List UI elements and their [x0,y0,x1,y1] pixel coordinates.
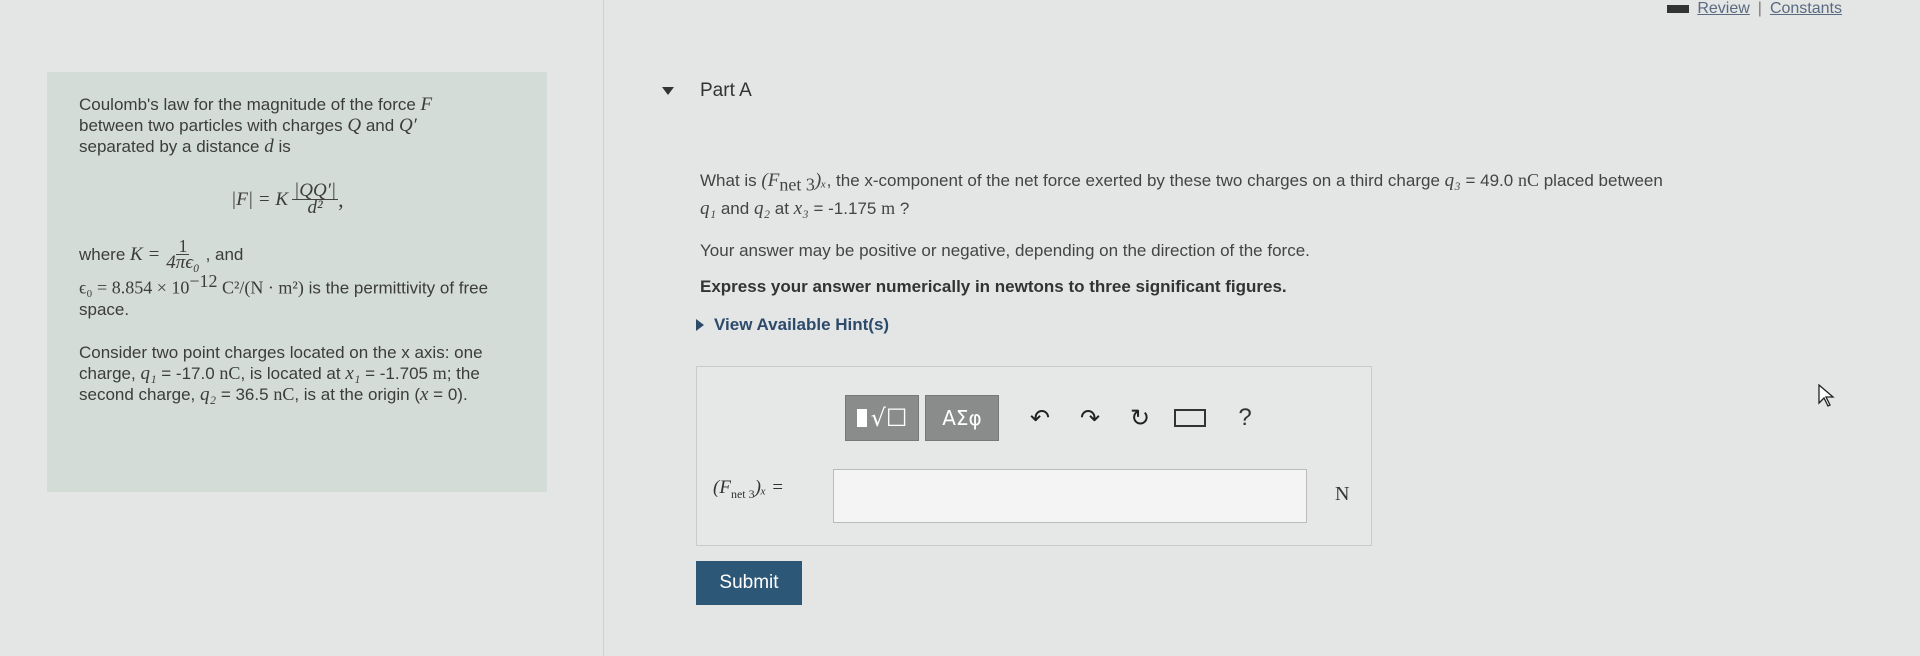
submit-button[interactable]: Submit [696,561,802,605]
question-text: What is (Fnet 3)ₓ, the x-component of th… [700,170,1663,220]
collapse-icon[interactable] [662,87,674,95]
book-icon [1667,5,1690,13]
view-hints-link[interactable]: View Available Hint(s) [696,313,1880,337]
help-icon[interactable]: ? [1215,404,1275,432]
permittivity-definition: ϵ₀ = 8.854 × 10−12 C²/(N · m²) is the pe… [79,271,489,319]
scenario-text: Consider two point charges located on th… [79,342,483,405]
review-link[interactable]: Review [1697,0,1749,18]
intro-panel: Coulomb's law for the magnitude of the f… [47,72,547,492]
redo-icon[interactable]: ↷ [1065,395,1115,441]
link-separator: | [1757,0,1762,17]
answer-label: (Fnet 3)ₓ = [713,477,784,501]
templates-button[interactable]: √☐ [845,395,919,441]
symbols-button[interactable]: ΑΣφ [925,395,999,441]
hint-label: View Available Hint(s) [714,315,890,335]
question-note: Your answer may be positive or negative,… [700,241,1310,261]
question-instruction: Express your answer numerically in newto… [700,277,1287,297]
mouse-pointer-icon [1818,384,1835,407]
keyboard-icon[interactable] [1165,395,1215,441]
radical-icon: √☐ [870,404,908,432]
intro-text: Coulomb's law for the magnitude of the f… [79,94,433,157]
undo-icon[interactable]: ↶ [1015,395,1065,441]
column-divider [603,0,604,656]
constants-link[interactable]: Constants [1770,0,1842,18]
question-area: What is (Fnet 3)ₓ, the x-component of th… [696,168,1880,337]
part-label: Part A [700,80,752,101]
part-a-header[interactable]: Part A [662,80,752,102]
answer-unit: N [1335,483,1350,505]
k-definition: where K = 1 4πϵ₀ , and [79,236,244,273]
reset-icon[interactable]: ↻ [1115,395,1165,441]
template-block-icon [856,409,867,427]
answer-box: √☐ ΑΣφ ↶ ↷ ↻ ? (Fnet 3)ₓ = N [696,366,1372,546]
coulomb-formula: |F| = K |QQ′| d² , [231,180,344,218]
answer-input[interactable] [833,469,1307,523]
equation-toolbar: √☐ ΑΣφ ↶ ↷ ↻ ? [845,395,1275,441]
top-links: Review | Constants [1667,0,1842,18]
expand-icon [696,319,704,332]
